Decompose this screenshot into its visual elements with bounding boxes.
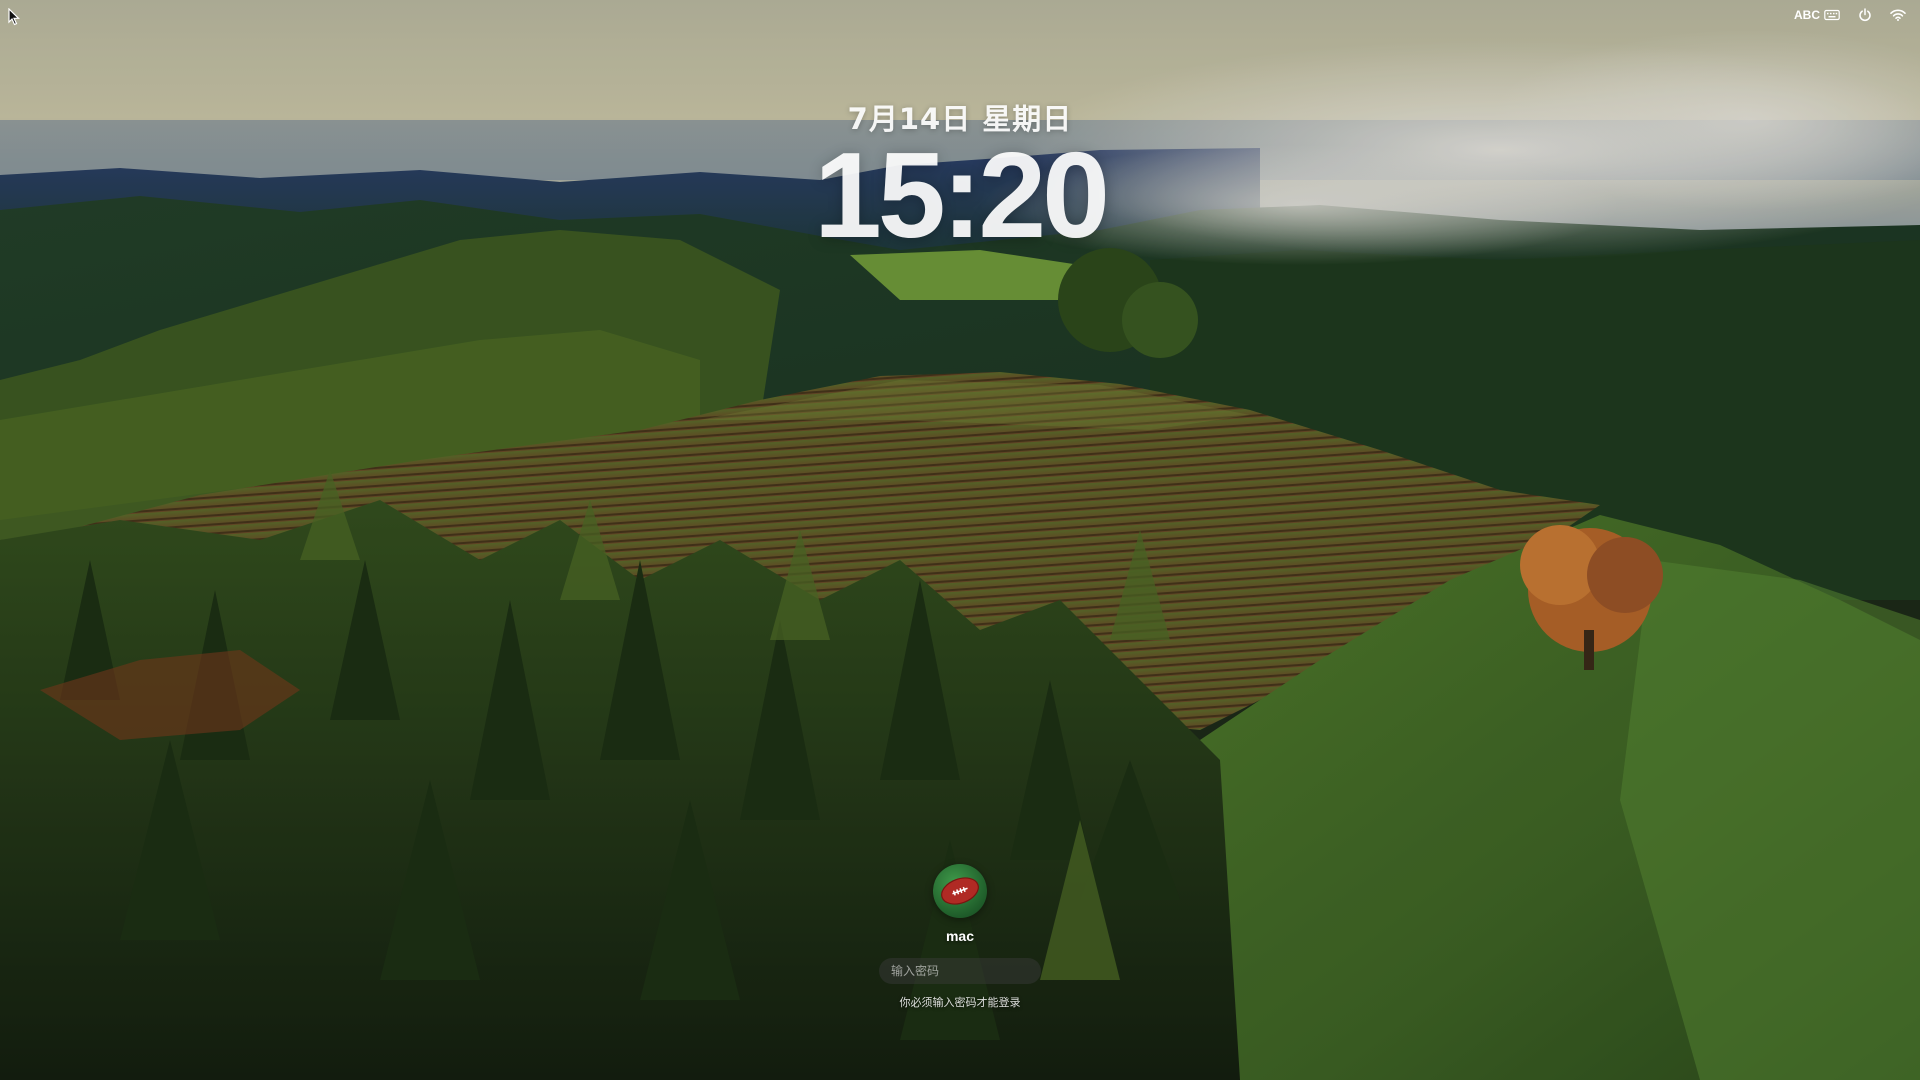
user-avatar[interactable] xyxy=(933,864,987,918)
password-hint: 你必须输入密码才能登录 xyxy=(899,996,1021,1009)
password-input[interactable] xyxy=(879,958,1041,984)
lock-time: 15:20 xyxy=(813,127,1110,263)
input-source-label: ABC xyxy=(1794,8,1820,22)
login-panel: mac 你必须输入密码才能登录 xyxy=(0,864,1920,1010)
power-icon[interactable] xyxy=(1858,8,1872,22)
input-source-menu[interactable]: ABC xyxy=(1794,8,1840,22)
mouse-cursor-icon xyxy=(8,7,20,30)
football-icon xyxy=(941,877,979,905)
username-label: mac xyxy=(945,928,975,944)
menu-bar-status: ABC xyxy=(1794,4,1906,26)
lock-screen: ABC 7月14日 星期日 15:20 mac 你必须输入密码才能登录 xyxy=(0,0,1920,1080)
wifi-icon[interactable] xyxy=(1890,9,1906,21)
keyboard-icon xyxy=(1824,9,1840,21)
